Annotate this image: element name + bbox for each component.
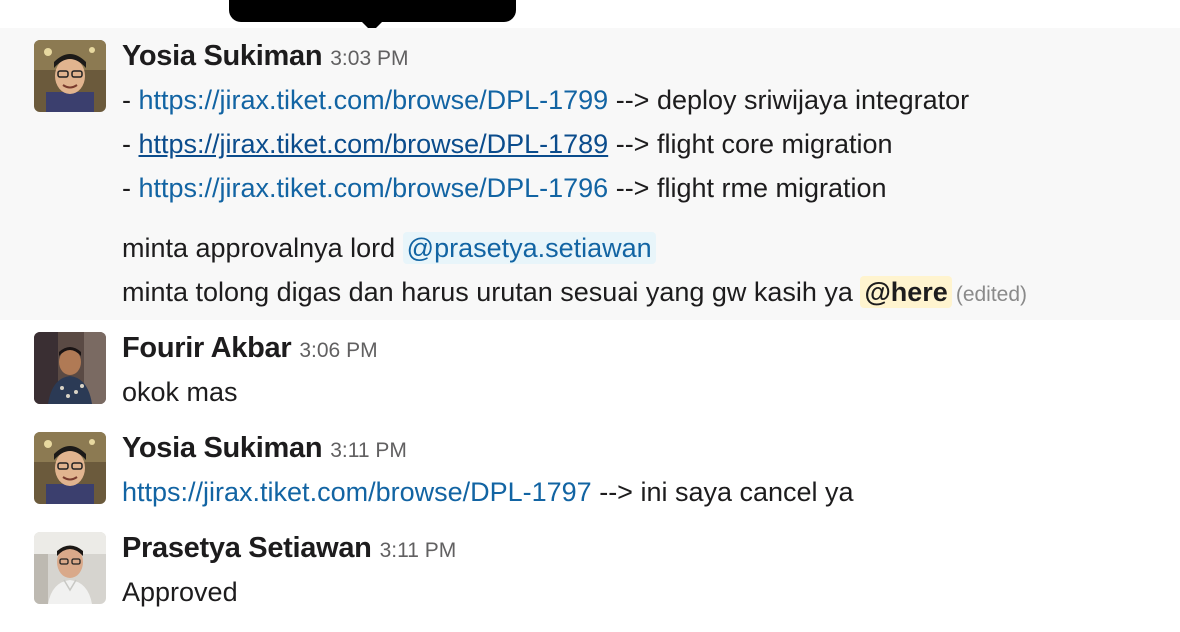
avatar[interactable] bbox=[34, 532, 106, 604]
edited-label: (edited) bbox=[955, 283, 1028, 306]
avatar[interactable] bbox=[34, 432, 106, 504]
avatar-prasetya-image bbox=[34, 532, 106, 604]
line-text: --> flight core migration bbox=[608, 129, 893, 159]
avatar-yosia-image bbox=[34, 432, 106, 504]
message-header: Yosia Sukiman 3:03 PM bbox=[122, 40, 408, 73]
message-line: minta approvalnya lord @prasetya.setiawa… bbox=[122, 232, 656, 264]
line-text: --> flight rme migration bbox=[608, 173, 887, 203]
message-line: - https://jirax.tiket.com/browse/DPL-179… bbox=[122, 173, 887, 204]
message-yosia-1[interactable]: Yosia Sukiman 3:03 PM - https://jirax.tik… bbox=[0, 28, 1180, 320]
message-header: Yosia Sukiman 3:11 PM bbox=[122, 432, 407, 465]
avatar[interactable] bbox=[34, 40, 106, 112]
line-prefix: - bbox=[122, 129, 139, 159]
author-name[interactable]: Fourir Akbar bbox=[122, 332, 292, 364]
message-prasetya[interactable]: Prasetya Setiawan 3:11 PM Approved bbox=[0, 520, 1180, 632]
avatar-yosia-image bbox=[34, 40, 106, 112]
avatar-fourir-image bbox=[34, 332, 106, 404]
message-line: - https://jirax.tiket.com/browse/DPL-178… bbox=[122, 129, 893, 160]
timestamp[interactable]: 3:11 PM bbox=[330, 439, 407, 462]
jira-link[interactable]: https://jirax.tiket.com/browse/DPL-1799 bbox=[139, 85, 609, 115]
approval-text: minta approvalnya lord bbox=[122, 233, 403, 263]
jira-link-hovered[interactable]: https://jirax.tiket.com/browse/DPL-1789 bbox=[139, 129, 609, 159]
timestamp[interactable]: 3:11 PM bbox=[380, 539, 457, 562]
message-fourir[interactable]: Fourir Akbar 3:06 PM okok mas bbox=[0, 320, 1180, 420]
jira-link[interactable]: https://jirax.tiket.com/browse/DPL-1796 bbox=[139, 173, 609, 203]
avatar[interactable] bbox=[34, 332, 106, 404]
line-prefix: - bbox=[122, 173, 139, 203]
line-text: --> deploy sriwijaya integrator bbox=[608, 85, 970, 115]
message-line: - https://jirax.tiket.com/browse/DPL-179… bbox=[122, 85, 969, 116]
message-text: Approved bbox=[122, 577, 238, 607]
message-line: minta tolong digas dan harus urutan sesu… bbox=[122, 276, 1028, 308]
timestamp[interactable]: 3:06 PM bbox=[299, 339, 377, 362]
message-line: https://jirax.tiket.com/browse/DPL-1797 … bbox=[122, 477, 854, 508]
user-mention[interactable]: @prasetya.setiawan bbox=[402, 232, 656, 264]
message-text: okok mas bbox=[122, 377, 238, 407]
urge-text: minta tolong digas dan harus urutan sesu… bbox=[122, 277, 861, 307]
timestamp[interactable]: 3:03 PM bbox=[330, 47, 408, 70]
jira-link[interactable]: https://jirax.tiket.com/browse/DPL-1797 bbox=[122, 477, 592, 507]
here-mention[interactable]: @here bbox=[860, 276, 952, 308]
message-header: Prasetya Setiawan 3:11 PM bbox=[122, 532, 456, 565]
line-prefix: - bbox=[122, 85, 139, 115]
hover-tooltip bbox=[229, 0, 516, 22]
author-name[interactable]: Prasetya Setiawan bbox=[122, 532, 372, 564]
line-text: --> ini saya cancel ya bbox=[591, 477, 854, 507]
message-header: Fourir Akbar 3:06 PM bbox=[122, 332, 378, 365]
message-yosia-2[interactable]: Yosia Sukiman 3:11 PM https://jirax.tiket… bbox=[0, 420, 1180, 520]
author-name[interactable]: Yosia Sukiman bbox=[122, 432, 323, 464]
author-name[interactable]: Yosia Sukiman bbox=[122, 40, 323, 72]
